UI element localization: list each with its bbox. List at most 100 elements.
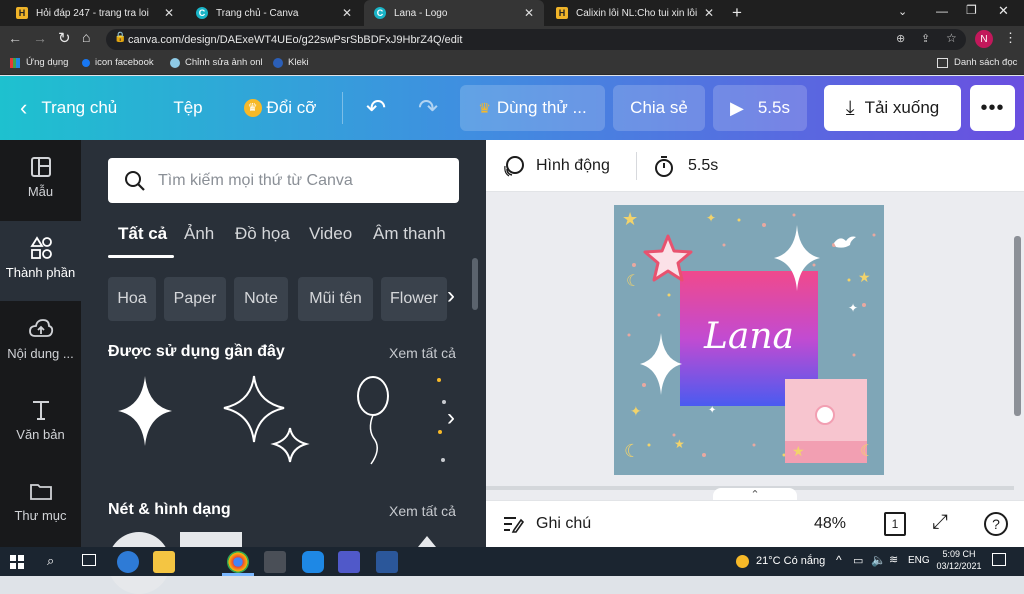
- zalo-icon[interactable]: [302, 551, 324, 573]
- tab-graphics[interactable]: Đồ họa: [235, 224, 290, 244]
- rail-item-templates[interactable]: Mẫu: [0, 140, 81, 220]
- square-shape-element[interactable]: [180, 532, 242, 547]
- timing-button[interactable]: 5.5s: [652, 154, 718, 178]
- windows-start-icon[interactable]: [10, 555, 24, 569]
- rail-item-elements[interactable]: Thành phần: [0, 221, 81, 301]
- home-button[interactable]: ‹ Trang chủ: [20, 85, 138, 131]
- chrome-icon[interactable]: [227, 551, 249, 573]
- try-pro-label: Dùng thử ...: [496, 98, 587, 117]
- bookmark-label: icon facebook: [95, 57, 154, 68]
- see-all-recent-link[interactable]: Xem tất cả: [389, 345, 456, 361]
- rail-item-text[interactable]: Văn bản: [0, 383, 81, 463]
- chevron-right-icon[interactable]: ›: [447, 282, 455, 310]
- help-button[interactable]: ?: [984, 512, 1008, 536]
- teams-icon[interactable]: [338, 551, 360, 573]
- reading-list[interactable]: Danh sách đọc: [937, 57, 1017, 68]
- minimize-icon[interactable]: —: [936, 4, 948, 18]
- rail-item-uploads[interactable]: Nội dung ...: [0, 302, 81, 382]
- browser-tab[interactable]: H Hỏi đáp 247 - trang tra loi ✕: [6, 0, 184, 26]
- tab-all[interactable]: Tất cả: [118, 224, 167, 244]
- animate-button[interactable]: Hình động: [502, 154, 610, 178]
- redo-icon[interactable]: ↷: [410, 85, 446, 131]
- notifications-icon[interactable]: [992, 553, 1006, 566]
- forward-icon[interactable]: →: [33, 30, 47, 46]
- chip-note[interactable]: Note: [234, 277, 288, 321]
- tab-search-icon[interactable]: ⌄: [898, 5, 907, 18]
- tab-videos[interactable]: Video: [309, 224, 352, 244]
- search-input[interactable]: Tìm kiếm mọi thứ từ Canva: [108, 158, 459, 203]
- edge-icon[interactable]: [117, 551, 139, 573]
- network-icon[interactable]: ▭: [853, 554, 863, 567]
- camera-icon[interactable]: [264, 551, 286, 573]
- close-tab-icon[interactable]: ✕: [524, 6, 534, 20]
- bookmark-kleki[interactable]: Kleki: [273, 57, 309, 68]
- lock-icon: 🔒: [114, 32, 127, 43]
- language-indicator[interactable]: ENG: [908, 555, 930, 566]
- chip-arrow[interactable]: Mũi tên: [298, 277, 373, 321]
- chip-hoa[interactable]: Hoa: [108, 277, 156, 321]
- pink-star-sticker[interactable]: [642, 233, 694, 283]
- back-icon[interactable]: ←: [8, 30, 22, 46]
- resize-button[interactable]: ♛ Đổi cỡ: [240, 85, 320, 131]
- fullscreen-icon[interactable]: ⤢: [932, 511, 948, 534]
- file-explorer-icon[interactable]: [153, 551, 175, 573]
- wifi-icon[interactable]: ≋: [889, 553, 898, 566]
- browser-tab[interactable]: H Calixin lỗi NL:Cho tui xin lỗi mà ... …: [546, 0, 724, 26]
- design-page[interactable]: Lana ★ ☾ ☾ ☾ ★ ✦ ★ ★ ✦ ✦ ✦: [614, 205, 884, 475]
- zoom-level[interactable]: 48%: [814, 515, 846, 533]
- close-tab-icon[interactable]: ✕: [342, 6, 352, 20]
- new-tab-button[interactable]: +: [732, 3, 742, 23]
- share-button[interactable]: Chia sẻ: [613, 85, 705, 131]
- share-page-icon[interactable]: ⇪: [921, 32, 930, 45]
- clock-time[interactable]: 5:09 CH: [942, 549, 976, 559]
- download-button[interactable]: ⤓ Tải xuống: [824, 85, 961, 131]
- task-view-icon[interactable]: [82, 554, 96, 566]
- profile-avatar[interactable]: N: [975, 30, 993, 48]
- page-count-button[interactable]: 1: [884, 512, 906, 536]
- design-title-text[interactable]: Lana: [680, 316, 818, 357]
- balloon-element[interactable]: [353, 374, 393, 466]
- yellow-sparkle-icon: ✦: [706, 211, 717, 225]
- tab-audio[interactable]: Âm thanh: [373, 224, 446, 244]
- triangle-shape-element[interactable]: [418, 536, 436, 547]
- notes-button[interactable]: Ghi chú: [502, 514, 591, 534]
- home-icon[interactable]: ⌂: [82, 29, 90, 45]
- close-tab-icon[interactable]: ✕: [164, 6, 174, 20]
- more-options-icon[interactable]: •••: [970, 85, 1015, 131]
- volume-icon[interactable]: 🔈: [871, 553, 886, 567]
- word-icon[interactable]: [376, 551, 398, 573]
- chip-flower[interactable]: Flower: [381, 277, 447, 321]
- tab-photos[interactable]: Ảnh: [184, 224, 214, 244]
- elements-panel: Tìm kiếm mọi thứ từ Canva Tất cả Ảnh Đồ …: [81, 140, 486, 594]
- sparkle-element[interactable]: [114, 372, 176, 450]
- clock-date[interactable]: 03/12/2021: [934, 561, 984, 571]
- browser-tab-active[interactable]: C Lana - Logo ✕: [364, 0, 544, 26]
- bookmark-star-icon[interactable]: ☆: [946, 31, 957, 45]
- browser-tab[interactable]: C Trang chủ - Canva ✕: [186, 0, 362, 26]
- close-tab-icon[interactable]: ✕: [704, 6, 714, 20]
- stage-scrollbar[interactable]: [1014, 236, 1021, 416]
- undo-icon[interactable]: ↶: [358, 85, 394, 131]
- try-pro-button[interactable]: ♛ Dùng thử ...: [460, 85, 605, 131]
- timing-label: 5.5s: [688, 157, 719, 174]
- bookmark-icon-facebook[interactable]: icon facebook: [82, 57, 154, 68]
- file-menu-button[interactable]: Tệp: [166, 85, 210, 131]
- double-sparkle-element[interactable]: [218, 372, 313, 464]
- bookmark-apps[interactable]: Ứng dụng: [10, 57, 68, 68]
- bookmark-photo-editor[interactable]: Chỉnh sửa ảnh onl: [170, 57, 263, 68]
- url-field[interactable]: 🔒 canva.com/design/DAExeWT4UEo/g22swPsrS…: [106, 29, 966, 50]
- play-button[interactable]: ▶ 5.5s: [713, 85, 807, 131]
- yellow-star-icon: ★: [674, 437, 685, 451]
- browser-menu-icon[interactable]: ⋮: [1004, 30, 1017, 46]
- taskbar-search-icon[interactable]: ⌕: [47, 553, 54, 569]
- weather-label[interactable]: 21°C Có nắng: [756, 555, 825, 567]
- zoom-lens-icon[interactable]: ⊕: [896, 32, 905, 45]
- restore-icon[interactable]: ❐: [966, 3, 977, 17]
- close-window-icon[interactable]: ✕: [998, 3, 1009, 19]
- chevron-right-icon[interactable]: ›: [447, 404, 455, 432]
- see-all-shapes-link[interactable]: Xem tất cả: [389, 503, 456, 519]
- chip-paper[interactable]: Paper: [164, 277, 226, 321]
- rail-item-folders[interactable]: Thư mục: [0, 464, 81, 544]
- reload-icon[interactable]: ↻: [58, 29, 71, 47]
- tray-expand-icon[interactable]: ^: [836, 553, 842, 567]
